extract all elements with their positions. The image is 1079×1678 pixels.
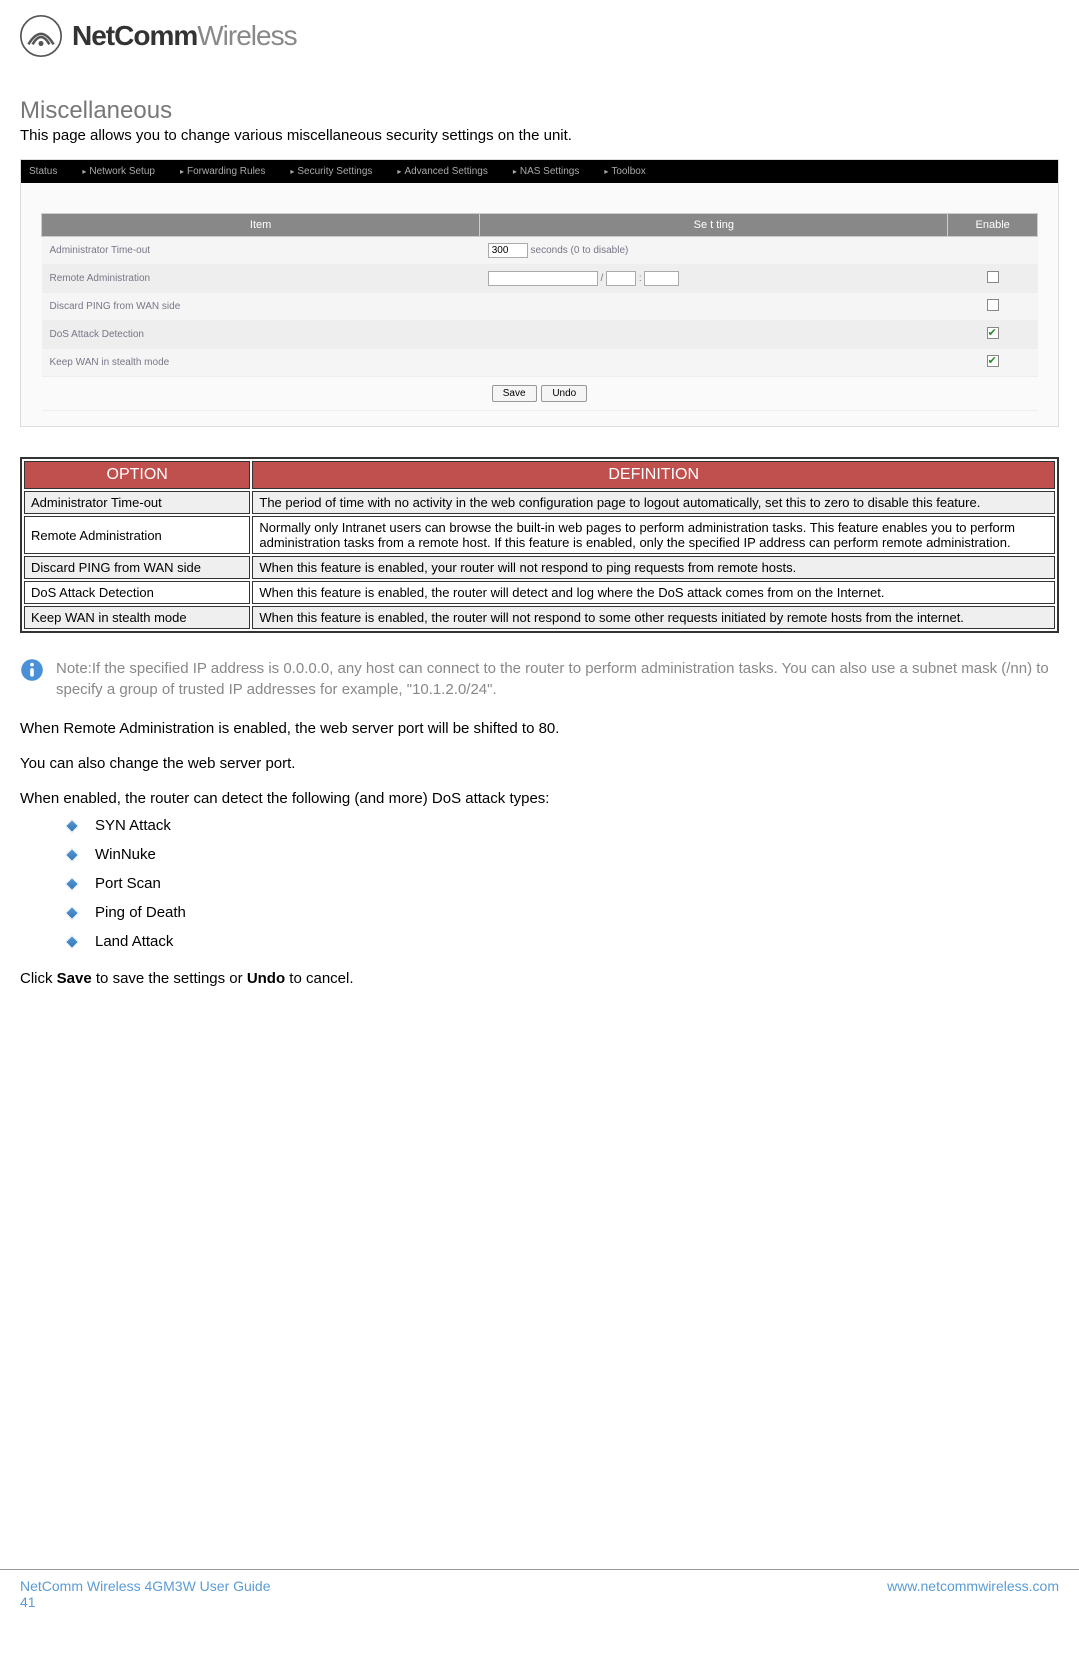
brand-header: NetCommWireless	[20, 15, 1059, 57]
label-stealth: Keep WAN in stealth mode	[42, 349, 480, 377]
nav-toolbox: Toolbox	[604, 166, 645, 177]
settings-table: Item Se t ting Enable Administrator Time…	[41, 213, 1038, 411]
def-row: DoS Attack DetectionWhen this feature is…	[24, 581, 1055, 604]
row-stealth: Keep WAN in stealth mode	[42, 349, 1038, 377]
list-item: SYN Attack	[95, 817, 1059, 834]
note-block: Note:If the specified IP address is 0.0.…	[20, 658, 1059, 700]
save-button[interactable]: Save	[492, 385, 537, 402]
def-row: Discard PING from WAN sideWhen this feat…	[24, 556, 1055, 579]
timeout-suffix: seconds (0 to disable)	[531, 245, 629, 256]
info-icon	[20, 658, 44, 682]
def-row: Keep WAN in stealth modeWhen this featur…	[24, 606, 1055, 629]
nav-advanced: Advanced Settings	[397, 166, 487, 177]
nav-nas: NAS Settings	[513, 166, 580, 177]
nav-status: Status	[29, 166, 57, 177]
intro-text: This page allows you to change various m…	[20, 127, 1059, 144]
dos-checkbox[interactable]	[987, 327, 999, 339]
page-footer: NetComm Wireless 4GM3W User Guide 41 www…	[0, 1569, 1079, 1620]
row-remote-admin: Remote Administration / :	[42, 265, 1038, 293]
list-item: WinNuke	[95, 846, 1059, 863]
def-row: Remote AdministrationNormally only Intra…	[24, 516, 1055, 554]
para-port-shift: When Remote Administration is enabled, t…	[20, 720, 1059, 737]
timeout-input[interactable]	[488, 243, 528, 258]
para-change-port: You can also change the web server port.	[20, 755, 1059, 772]
def-row: Administrator Time-outThe period of time…	[24, 491, 1055, 514]
page-title: Miscellaneous	[20, 97, 1059, 125]
save-instruction: Click Save to save the settings or Undo …	[20, 970, 1059, 987]
undo-button[interactable]: Undo	[541, 385, 587, 402]
col-enable: Enable	[948, 214, 1038, 237]
discard-ping-checkbox[interactable]	[987, 299, 999, 311]
label-dos: DoS Attack Detection	[42, 321, 480, 349]
label-discard-ping: Discard PING from WAN side	[42, 293, 480, 321]
list-item: Land Attack	[95, 933, 1059, 950]
nav-network-setup: Network Setup	[82, 166, 155, 177]
router-nav: Status Network Setup Forwarding Rules Se…	[21, 160, 1058, 183]
def-col-definition: DEFINITION	[252, 461, 1055, 489]
para-attacks-intro: When enabled, the router can detect the …	[20, 790, 1059, 807]
brand-logo-icon	[20, 15, 62, 57]
list-item: Ping of Death	[95, 904, 1059, 921]
stealth-checkbox[interactable]	[987, 355, 999, 367]
remote-ip-input[interactable]	[488, 271, 598, 286]
row-dos: DoS Attack Detection	[42, 321, 1038, 349]
footer-page-number: 41	[20, 1594, 271, 1610]
remote-port-input[interactable]	[644, 271, 679, 286]
row-discard-ping: Discard PING from WAN side	[42, 293, 1038, 321]
row-timeout: Administrator Time-out seconds (0 to dis…	[42, 237, 1038, 265]
footer-guide: NetComm Wireless 4GM3W User Guide	[20, 1578, 271, 1594]
footer-url: www.netcommwireless.com	[887, 1578, 1059, 1610]
col-setting: Se t ting	[480, 214, 948, 237]
remote-admin-checkbox[interactable]	[987, 271, 999, 283]
router-ui-screenshot: Status Network Setup Forwarding Rules Se…	[20, 159, 1059, 427]
def-col-option: OPTION	[24, 461, 250, 489]
brand-name: NetCommWireless	[72, 20, 297, 52]
definition-table: OPTION DEFINITION Administrator Time-out…	[20, 457, 1059, 633]
nav-forwarding: Forwarding Rules	[180, 166, 265, 177]
remote-mask-input[interactable]	[606, 271, 636, 286]
nav-security: Security Settings	[290, 166, 372, 177]
col-item: Item	[42, 214, 480, 237]
label-remote-admin: Remote Administration	[42, 265, 480, 293]
attack-list: SYN Attack WinNuke Port Scan Ping of Dea…	[95, 817, 1059, 950]
list-item: Port Scan	[95, 875, 1059, 892]
label-timeout: Administrator Time-out	[42, 237, 480, 265]
note-text: Note:If the specified IP address is 0.0.…	[56, 658, 1059, 700]
